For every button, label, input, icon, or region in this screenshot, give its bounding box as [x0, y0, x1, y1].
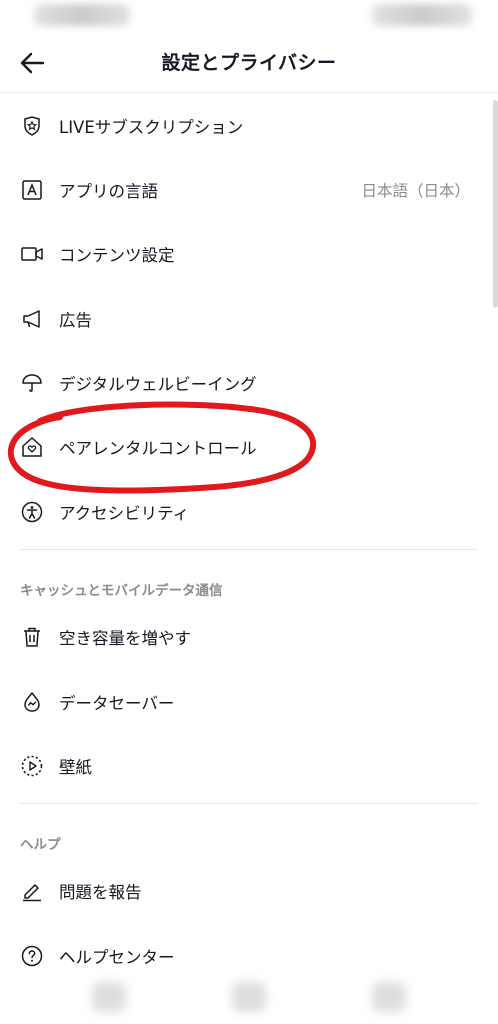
list-item-label: アクセシビリティ [59, 504, 190, 523]
list-item-wallpaper[interactable]: 壁紙 [0, 741, 498, 791]
status-icons-blurred [372, 4, 472, 26]
list-item-accessibility[interactable]: アクセシビリティ [0, 487, 498, 537]
megaphone-icon [20, 307, 44, 331]
umbrella-icon [20, 371, 44, 395]
wallpaper-play-icon [20, 754, 44, 778]
status-time-blurred [34, 4, 130, 26]
section-title-cache: キャッシュとモバイルデータ通信 [20, 583, 223, 599]
list-item-label: LIVEサブスクリプション [59, 118, 244, 137]
video-camera-icon [20, 242, 44, 266]
accessibility-icon [20, 500, 44, 524]
language-icon [20, 178, 44, 202]
list-item-label: データセーバー [59, 694, 175, 713]
nav-tab-blurred[interactable] [232, 982, 266, 1012]
data-saver-icon [20, 690, 44, 714]
list-item-report-problem[interactable]: 問題を報告 [0, 866, 498, 916]
question-circle-icon [20, 944, 44, 968]
list-item-label: アプリの言語 [59, 182, 158, 201]
nav-tab-blurred[interactable] [92, 982, 126, 1012]
section-divider [20, 803, 478, 804]
list-item-label: 広告 [59, 311, 92, 330]
section-title-help: ヘルプ [20, 837, 61, 853]
list-item-app-language[interactable]: アプリの言語 日本語（日本） [0, 165, 498, 215]
list-item-ads[interactable]: 広告 [0, 294, 498, 344]
list-item-label: デジタルウェルビーイング [59, 375, 257, 394]
list-item-label: コンテンツ設定 [59, 246, 175, 265]
badge-shield-icon [20, 114, 44, 138]
list-item-label: ヘルプセンター [59, 948, 175, 967]
pencil-icon [20, 879, 44, 903]
bottom-nav-bar [0, 968, 498, 1024]
page-title: 設定とプライバシー [161, 52, 337, 74]
list-item-label: 壁紙 [59, 758, 92, 777]
current-language-value: 日本語（日本） [361, 182, 470, 200]
section-divider [20, 549, 478, 550]
status-bar [0, 0, 498, 32]
list-item-free-up-space[interactable]: 空き容量を増やす [0, 612, 498, 662]
list-item-label: 空き容量を増やす [59, 629, 191, 648]
list-item-data-saver[interactable]: データセーバー [0, 677, 498, 727]
top-nav-bar: 設定とプライバシー [0, 32, 498, 93]
trash-icon [20, 625, 44, 649]
list-item-content-settings[interactable]: コンテンツ設定 [0, 229, 498, 279]
list-item-live-subscription[interactable]: LIVEサブスクリプション [0, 101, 498, 151]
nav-tab-blurred[interactable] [372, 982, 406, 1012]
list-item-label: 問題を報告 [59, 883, 142, 902]
